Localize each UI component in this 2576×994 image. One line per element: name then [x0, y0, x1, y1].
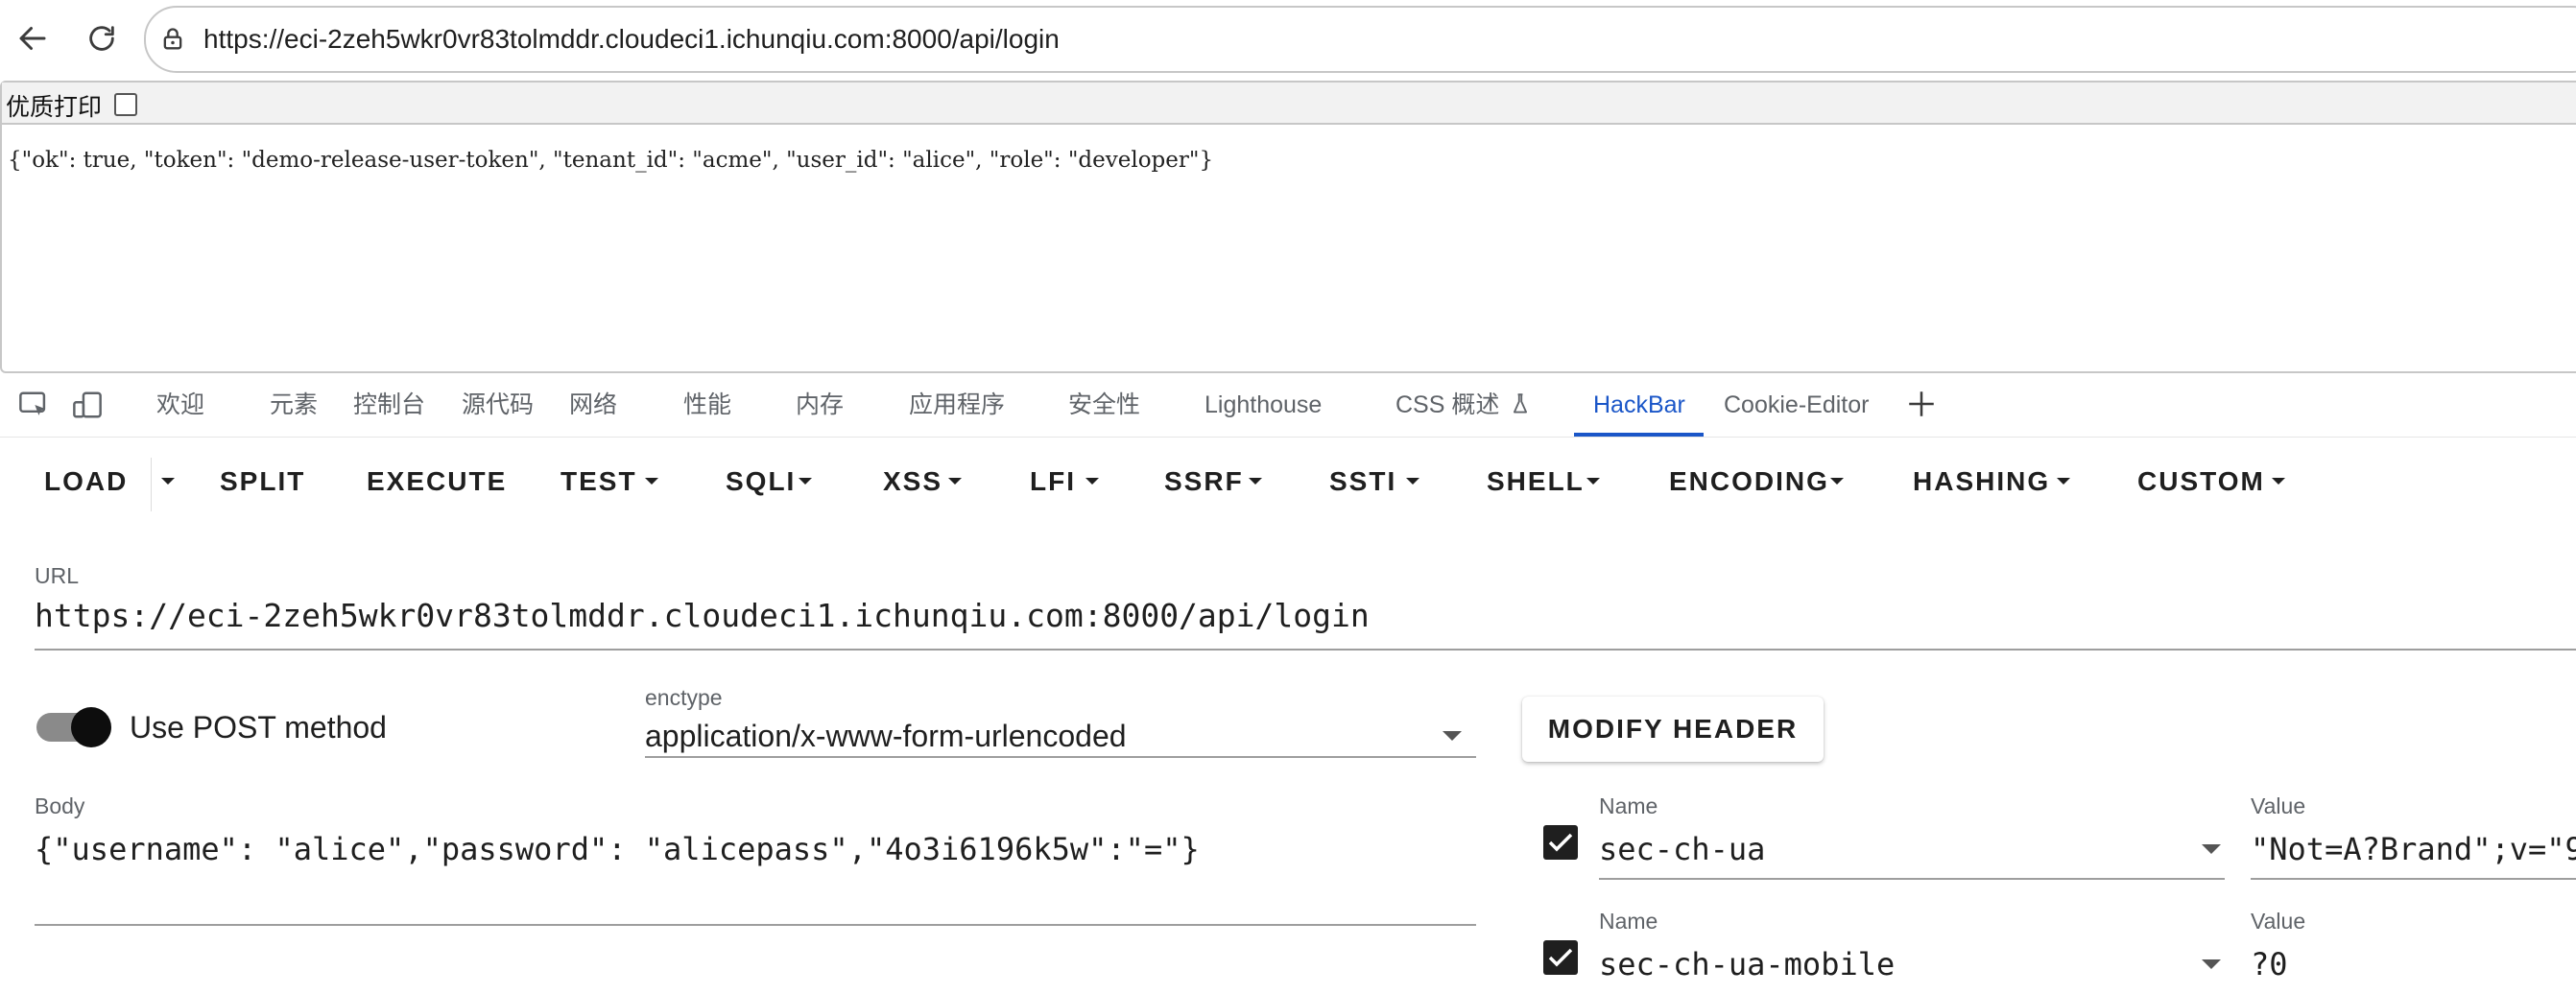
tab-sources[interactable]: 源代码	[462, 373, 534, 437]
header-value-label: Value	[2251, 793, 2306, 818]
shell-menu[interactable]: SHELL	[1487, 438, 1606, 526]
tab-welcome[interactable]: 欢迎	[156, 373, 204, 437]
chevron-down-icon	[1249, 478, 1262, 485]
back-arrow-icon	[19, 27, 46, 50]
header-name-value: sec-ch-ua	[1599, 831, 1766, 867]
plus-icon[interactable]	[1905, 388, 1938, 420]
address-bar[interactable]: https://eci-2zeh5wkr0vr83tolmddr.cloudec…	[144, 6, 2576, 73]
modify-header-button[interactable]: MODIFY HEADER	[1522, 697, 1824, 762]
tab-cookie-editor[interactable]: Cookie-Editor	[1724, 373, 1869, 437]
encoding-menu[interactable]: ENCODING	[1669, 438, 1848, 526]
chevron-down-icon	[1406, 478, 1419, 485]
tab-memory[interactable]: 内存	[796, 373, 844, 437]
chevron-down-icon	[1443, 731, 1462, 741]
load-menu-button[interactable]	[154, 438, 182, 526]
header-value-underline	[2251, 878, 2576, 880]
chevron-down-icon	[2202, 959, 2221, 969]
enctype-value: application/x-www-form-urlencoded	[645, 719, 1127, 753]
hashing-menu[interactable]: HASHING	[1913, 438, 2078, 526]
reload-button[interactable]	[79, 13, 125, 63]
hackbar-toolbar: LOAD SPLIT EXECUTE TEST SQLI XSS LFI SSR…	[0, 438, 2576, 526]
experiment-flask-icon	[1514, 393, 1528, 414]
lfi-menu[interactable]: LFI	[1030, 438, 1107, 526]
post-method-label: Use POST method	[130, 710, 387, 745]
print-bar: 优质打印	[2, 83, 2576, 125]
test-label: TEST	[561, 466, 637, 496]
enctype-label: enctype	[645, 685, 723, 710]
address-url[interactable]: https://eci-2zeh5wkr0vr83tolmddr.cloudec…	[203, 8, 1060, 71]
header-value-input[interactable]: "Not=A?Brand";v="9	[2251, 831, 2576, 867]
load-button[interactable]: LOAD	[44, 438, 128, 526]
lfi-label: LFI	[1030, 466, 1076, 496]
tab-css-overview-label: CSS 概述	[1395, 391, 1500, 418]
enctype-underline	[645, 756, 1476, 758]
test-menu[interactable]: TEST	[561, 438, 664, 526]
print-checkbox[interactable]	[114, 93, 137, 116]
chevron-down-icon	[1085, 478, 1099, 485]
print-label: 优质打印	[6, 94, 103, 121]
header-value-label: Value	[2251, 909, 2306, 934]
url-input[interactable]: https://eci-2zeh5wkr0vr83tolmddr.cloudec…	[35, 597, 1370, 634]
execute-button[interactable]: EXECUTE	[367, 438, 507, 526]
lock-icon[interactable]	[159, 26, 186, 53]
header-value-input[interactable]: ?0	[2251, 946, 2576, 982]
xss-menu[interactable]: XSS	[883, 438, 969, 526]
url-field-label: URL	[35, 563, 80, 588]
json-response: {"ok": true, "token": "demo-release-user…	[8, 148, 1214, 173]
checkmark-icon	[1548, 833, 1573, 852]
chevron-down-icon	[1830, 478, 1844, 485]
header-name-label: Name	[1599, 793, 1658, 818]
xss-label: XSS	[883, 466, 943, 496]
hashing-label: HASHING	[1913, 466, 2051, 496]
chevron-down-icon	[2272, 478, 2285, 485]
custom-label: CUSTOM	[2137, 466, 2265, 496]
inspect-element-icon[interactable]	[17, 390, 50, 419]
header-enable-checkbox[interactable]	[1543, 825, 1578, 860]
header-name-underline	[1599, 878, 2225, 880]
devtools-tab-strip: 欢迎 元素 控制台 源代码 网络 性能 内存 应用程序 安全性 Lighthou…	[0, 373, 2576, 438]
chevron-down-icon	[161, 478, 175, 485]
header-name-label: Name	[1599, 909, 1658, 934]
body-textarea[interactable]: {"username": "alice","password": "alicep…	[35, 831, 1200, 867]
back-button[interactable]	[10, 13, 56, 63]
tab-css-overview[interactable]: CSS 概述	[1395, 373, 1529, 437]
ssrf-menu[interactable]: SSRF	[1164, 438, 1270, 526]
body-field-label: Body	[35, 793, 85, 818]
reload-icon	[89, 26, 114, 51]
page-viewport: 优质打印 {"ok": true, "token": "demo-release…	[0, 81, 2576, 373]
ssti-label: SSTI	[1329, 466, 1397, 496]
toolbar-divider	[151, 458, 152, 511]
chevron-down-icon	[2202, 844, 2221, 854]
shell-label: SHELL	[1487, 466, 1585, 496]
tab-lighthouse[interactable]: Lighthouse	[1205, 373, 1322, 437]
tab-elements[interactable]: 元素	[270, 373, 318, 437]
checkmark-icon	[1548, 948, 1573, 967]
tab-hackbar[interactable]: HackBar	[1593, 373, 1685, 437]
chevron-down-icon	[948, 478, 962, 485]
sqli-menu[interactable]: SQLI	[726, 438, 822, 526]
tab-network[interactable]: 网络	[569, 373, 617, 437]
encoding-label: ENCODING	[1669, 466, 1829, 496]
chevron-down-icon	[1586, 478, 1600, 485]
active-tab-indicator	[1574, 433, 1704, 437]
ssrf-label: SSRF	[1164, 466, 1244, 496]
header-name-value: sec-ch-ua-mobile	[1599, 946, 1896, 982]
tab-security[interactable]: 安全性	[1068, 373, 1140, 437]
browser-toolbar: https://eci-2zeh5wkr0vr83tolmddr.cloudec…	[0, 0, 2576, 77]
custom-menu[interactable]: CUSTOM	[2137, 438, 2291, 526]
body-underline	[35, 924, 1476, 926]
tab-performance[interactable]: 性能	[683, 373, 731, 437]
chevron-down-icon	[799, 478, 812, 485]
url-input-underline	[35, 649, 2576, 651]
header-enable-checkbox[interactable]	[1543, 940, 1578, 975]
tab-console[interactable]: 控制台	[353, 373, 425, 437]
split-button[interactable]: SPLIT	[220, 438, 305, 526]
toggle-knob	[71, 707, 111, 747]
sqli-label: SQLI	[726, 466, 797, 496]
chevron-down-icon	[2057, 478, 2070, 485]
device-toolbar-icon[interactable]	[71, 390, 104, 419]
ssti-menu[interactable]: SSTI	[1329, 438, 1425, 526]
chevron-down-icon	[645, 478, 658, 485]
tab-application[interactable]: 应用程序	[909, 373, 1005, 437]
